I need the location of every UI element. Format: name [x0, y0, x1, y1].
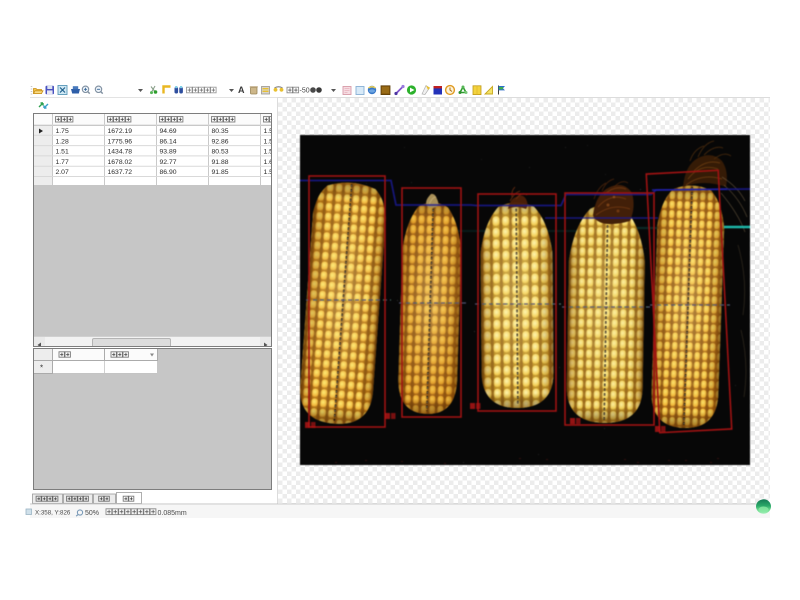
- svg-text:91.85: 91.85: [212, 169, 229, 176]
- svg-text:50%: 50%: [85, 510, 99, 517]
- svg-text:1678.02: 1678.02: [108, 159, 133, 166]
- svg-text:80.35: 80.35: [212, 128, 229, 135]
- svg-text:1.77: 1.77: [56, 159, 69, 166]
- svg-text:*: *: [40, 364, 43, 373]
- svg-text:1434.78: 1434.78: [108, 149, 133, 156]
- svg-text:86.90: 86.90: [160, 169, 177, 176]
- svg-text:-50: -50: [300, 88, 310, 95]
- svg-text:92.86: 92.86: [212, 138, 229, 145]
- svg-text:X:358, Y:826: X:358, Y:826: [35, 510, 71, 517]
- svg-text:93.89: 93.89: [160, 149, 177, 156]
- svg-text:1.52: 1.52: [264, 149, 272, 156]
- svg-text:0.085mm: 0.085mm: [158, 510, 187, 517]
- svg-text:86.14: 86.14: [160, 138, 177, 145]
- svg-text:92.77: 92.77: [160, 159, 177, 166]
- svg-text:1.58: 1.58: [264, 128, 272, 135]
- svg-text:1775.96: 1775.96: [108, 138, 133, 145]
- svg-text:1637.72: 1637.72: [108, 169, 133, 176]
- svg-text:2.07: 2.07: [56, 169, 69, 176]
- svg-text:91.88: 91.88: [212, 159, 229, 166]
- svg-text:1.58: 1.58: [264, 169, 272, 176]
- svg-text:1.58: 1.58: [264, 138, 272, 145]
- svg-text:1.28: 1.28: [56, 138, 69, 145]
- svg-text:1.67: 1.67: [264, 159, 272, 166]
- svg-text:1672.19: 1672.19: [108, 128, 133, 135]
- svg-text:1.51: 1.51: [56, 149, 69, 156]
- svg-text:A: A: [238, 85, 245, 95]
- svg-text:1.75: 1.75: [56, 128, 69, 135]
- svg-text:80.53: 80.53: [212, 149, 229, 156]
- svg-text:94.69: 94.69: [160, 128, 177, 135]
